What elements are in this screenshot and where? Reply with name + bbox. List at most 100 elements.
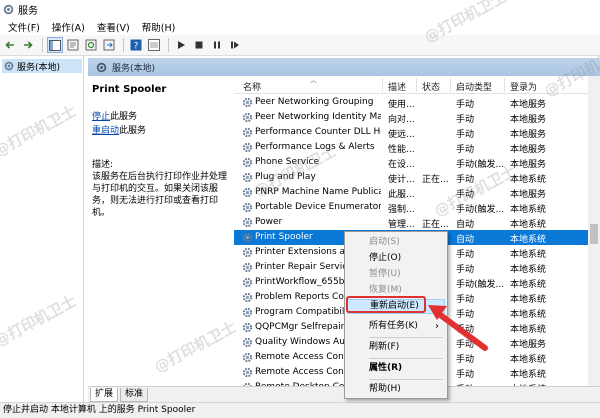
menu-item-start[interactable]: 启动(S)	[347, 235, 445, 250]
menu-item-pause[interactable]: 暂停(U)	[347, 267, 445, 282]
column-separator[interactable]	[450, 78, 451, 92]
menu-help[interactable]: 帮助(H)	[136, 20, 182, 34]
gear-icon	[242, 352, 253, 363]
gear-icon	[242, 247, 253, 258]
cell-startup: 手动(触发...	[456, 280, 504, 290]
cell-logon: 本地系统	[510, 295, 547, 305]
menu-item-stop[interactable]: 停止(O)	[347, 251, 445, 266]
gear-icon	[242, 322, 253, 333]
export-icon[interactable]	[101, 37, 117, 53]
tab-extended[interactable]: 扩展	[90, 388, 119, 402]
menu-item-help[interactable]: 帮助(H)	[347, 382, 445, 397]
cell-startup: 手动	[456, 355, 475, 365]
restart-icon[interactable]	[227, 37, 243, 53]
column-logon-as[interactable]: 登录为	[510, 80, 537, 93]
gear-icon	[242, 142, 253, 153]
cell-startup: 手动	[456, 310, 475, 320]
table-row[interactable]: PNRP Machine Name Publica... 此服... 手动 本地服务	[234, 185, 588, 200]
table-row[interactable]: Performance Counter DLL Ho... 使远... 手动 本地服务	[234, 125, 588, 140]
pause-icon[interactable]	[209, 37, 225, 53]
cell-logon: 本地系统	[510, 310, 547, 320]
console-tree: 服务(本地)	[0, 56, 84, 402]
column-startup-type[interactable]: 启动类型	[456, 80, 492, 93]
tab-standard[interactable]: 标准	[120, 388, 149, 402]
cell-desc: 在设...	[388, 160, 415, 170]
cell-startup: 手动	[456, 265, 475, 275]
menu-separator	[369, 358, 443, 359]
view-icon[interactable]	[146, 37, 162, 53]
cell-logon: 本地系统	[510, 280, 547, 290]
cell-desc: 使计...	[388, 175, 415, 185]
status-bar: 停止并启动 本地计算机 上的服务 Print Spooler	[0, 402, 600, 418]
menu-view[interactable]: 查看(V)	[91, 20, 136, 34]
menu-separator	[369, 337, 443, 338]
cell-name: Peer Networking Identity Ma...	[255, 112, 381, 122]
table-row[interactable]: Plug and Play 使计... 正在... 手动 本地系统	[234, 170, 588, 185]
column-separator[interactable]	[382, 78, 383, 92]
cell-logon: 本地系统	[510, 265, 547, 275]
gear-icon	[242, 112, 253, 123]
table-row[interactable]: Portable Device Enumerator ... 强制... 手动(触发…	[234, 200, 588, 215]
stop-icon[interactable]	[191, 37, 207, 53]
table-row[interactable]: Performance Logs & Alerts 性能... 手动 本地服务	[234, 140, 588, 155]
gear-icon	[242, 277, 253, 288]
gear-icon	[242, 217, 253, 228]
description-text: 该服务在后台执行打印作业并处理与打印机的交互。如果关闭该服务，则无法进行打印或查…	[92, 172, 228, 218]
cell-startup: 手动	[456, 130, 475, 140]
refresh-icon[interactable]	[83, 37, 99, 53]
column-name[interactable]: 名称	[243, 80, 261, 93]
cell-startup: 手动	[456, 250, 475, 260]
cell-name: Plug and Play	[255, 172, 316, 182]
column-status[interactable]: 状态	[422, 80, 440, 93]
column-separator[interactable]	[504, 78, 505, 92]
properties-icon[interactable]	[65, 37, 81, 53]
menu-item-refresh[interactable]: 刷新(F)	[347, 340, 445, 355]
cell-logon: 本地服务	[510, 100, 547, 110]
tree-item-services-local[interactable]: 服务(本地)	[2, 59, 82, 73]
cell-logon: 本地服务	[510, 115, 547, 125]
tree-item-label: 服务(本地)	[17, 62, 61, 73]
highlight-callout-box	[346, 296, 426, 313]
context-menu: 启动(S) 停止(O) 暂停(U) 恢复(M) 重新启动(E) 所有任务(K) ›…	[344, 231, 448, 399]
gear-icon	[242, 202, 253, 213]
cell-logon: 本地系统	[510, 355, 547, 365]
table-row[interactable]: Peer Networking Grouping 使用... 手动 本地服务	[234, 95, 588, 110]
toolbar: ?	[0, 35, 600, 56]
menu-action[interactable]: 操作(A)	[46, 20, 91, 34]
cell-logon: 本地服务	[510, 190, 547, 200]
back-arrow-icon[interactable]	[2, 37, 18, 53]
column-description[interactable]: 描述	[388, 80, 406, 93]
help-icon[interactable]: ?	[128, 37, 144, 53]
play-icon[interactable]	[173, 37, 189, 53]
menu-item-properties[interactable]: 属性(R)	[347, 361, 445, 376]
cell-desc: 此服...	[388, 190, 415, 200]
restart-service-link[interactable]: 重启动	[92, 126, 119, 136]
scrollbar-thumb[interactable]	[590, 224, 598, 244]
cell-desc: 使用...	[388, 100, 415, 110]
gear-icon	[242, 367, 253, 378]
window-title: 服务	[18, 5, 38, 17]
console-tree-icon[interactable]	[47, 37, 63, 53]
cell-startup: 手动	[456, 325, 475, 335]
restart-suffix: 此服务	[119, 126, 147, 136]
table-row[interactable]: Power 管理... 正在... 自动 本地系统	[234, 215, 588, 230]
cell-logon: 本地系统	[510, 205, 547, 215]
cell-startup: 手动	[456, 175, 475, 185]
cell-logon: 本地系统	[510, 370, 547, 380]
toolbar-separator	[123, 38, 124, 52]
gear-icon	[242, 157, 253, 168]
panel-header: 服务(本地)	[88, 58, 600, 76]
cell-logon: 本地系统	[510, 175, 547, 185]
menu-item-all-tasks[interactable]: 所有任务(K) ›	[347, 319, 445, 334]
stop-service-link[interactable]: 停止	[92, 112, 110, 122]
menu-file[interactable]: 文件(F)	[2, 20, 46, 34]
cell-logon: 本地系统	[510, 235, 547, 245]
services-app-icon	[96, 62, 107, 72]
column-separator[interactable]	[416, 78, 417, 92]
cell-logon: 本地系统	[510, 220, 547, 230]
cell-startup: 手动	[456, 340, 475, 350]
table-row[interactable]: Peer Networking Identity Ma... 向对... 手动 本地服…	[234, 110, 588, 125]
forward-arrow-icon[interactable]	[20, 37, 36, 53]
table-row[interactable]: Phone Service 在设... 手动(触发... 本地服务	[234, 155, 588, 170]
service-title: Print Spooler	[92, 84, 167, 95]
